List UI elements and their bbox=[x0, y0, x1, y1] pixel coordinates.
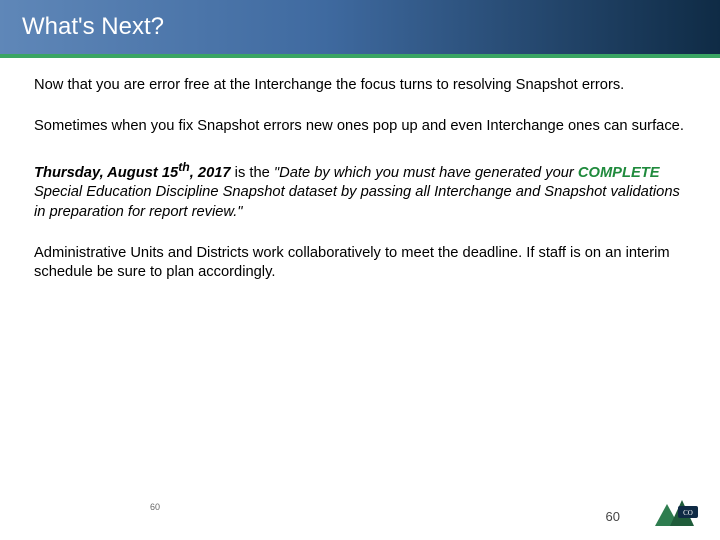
colorado-logo-icon: CO bbox=[644, 494, 702, 534]
slide-body: Now that you are error free at the Inter… bbox=[0, 58, 720, 283]
paragraph-3: Thursday, August 15th, 2017 is the "Date… bbox=[34, 159, 686, 222]
paragraph-2: Sometimes when you fix Snapshot errors n… bbox=[34, 117, 686, 136]
small-page-number: 60 bbox=[150, 502, 160, 512]
title-bar: What's Next? bbox=[0, 0, 720, 54]
date-lead2: , 2017 bbox=[190, 165, 231, 181]
quote-part1: "Date by which you must have generated y… bbox=[274, 165, 578, 181]
date-lead: Thursday, August 15 bbox=[34, 165, 178, 181]
quote-complete: COMPLETE bbox=[578, 165, 660, 181]
date-sup: th bbox=[178, 160, 190, 174]
svg-text:CO: CO bbox=[683, 509, 693, 517]
page-number: 60 bbox=[606, 509, 620, 524]
paragraph-4: Administrative Units and Districts work … bbox=[34, 244, 686, 283]
paragraph-1: Now that you are error free at the Inter… bbox=[34, 76, 686, 95]
date-mid: is the bbox=[231, 165, 274, 181]
slide-title: What's Next? bbox=[22, 13, 164, 41]
quote-part2: Special Education Discipline Snapshot da… bbox=[34, 184, 680, 219]
